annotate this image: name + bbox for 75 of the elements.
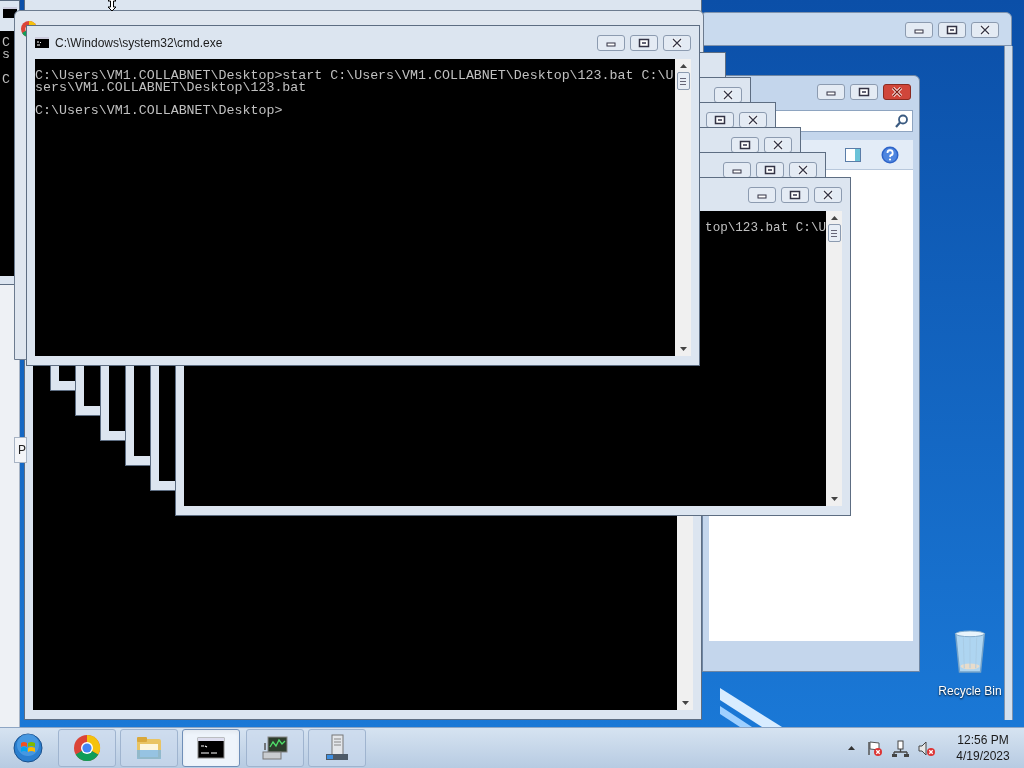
close-icon [822,189,834,200]
server-icon [323,734,351,762]
up-arrow-icon [678,62,688,70]
layout-icon [845,147,861,162]
help-icon [881,145,899,164]
maximize-icon [789,189,801,200]
maximize-icon [764,164,776,175]
minimize-button[interactable] [817,84,845,100]
search-icon [895,114,908,128]
console-line: s [2,49,11,61]
clock-time[interactable]: 12:56 PM [957,732,1009,748]
maximize-button[interactable] [850,84,878,100]
close-icon [747,114,759,125]
maximize-button[interactable] [630,34,658,51]
folder-icon [135,734,163,762]
close-icon [772,139,784,150]
console-icon [197,734,225,762]
flag-warning-icon [866,739,883,757]
console-line: sers\VM1.COLLABNET\Desktop\123.bat [35,82,307,94]
desktop-icon-label[interactable]: Recycle Bin [938,682,1002,700]
light-streak-drawing [720,688,782,727]
down-arrow-icon [678,345,688,353]
windows-logo-icon [13,733,43,763]
console-icon [35,37,49,48]
scroll-thumb[interactable] [827,224,841,242]
maximize-button[interactable] [781,186,809,203]
close-button[interactable] [814,186,842,203]
console-line: C [2,74,11,86]
close-icon [722,89,734,100]
close-button[interactable] [739,111,767,128]
chrome-icon [73,734,101,762]
minimize-button[interactable] [748,186,776,203]
console-line: C [2,37,11,49]
close-button[interactable] [764,136,792,153]
network-icon [892,739,909,757]
maximize-icon [714,114,726,125]
console-line: top\123.bat C:\U [705,222,826,234]
taskbar-button[interactable] [246,729,304,767]
close-icon [671,37,683,48]
close-icon [797,164,809,175]
resize-cursor-icon [107,0,117,11]
maximize-button[interactable] [731,136,759,153]
up-arrow-icon [846,744,856,752]
maximize-icon [946,25,958,35]
window-title: C:\Windows\system32\cmd.exe [55,34,223,52]
minimize-button[interactable] [905,22,933,38]
scroll-thumb[interactable] [676,72,690,90]
down-arrow-icon [829,495,839,503]
close-button[interactable] [883,84,911,100]
close-button[interactable] [971,22,999,38]
speaker-muted-icon [918,739,935,757]
close-icon [891,87,903,97]
panel-label: P [18,442,26,459]
maximize-button[interactable] [938,22,966,38]
taskbar-button[interactable] [182,729,240,767]
close-icon [979,25,991,35]
maximize-icon [638,37,650,48]
maximize-icon [858,87,870,97]
minimize-button[interactable] [597,34,625,51]
console-line: C:\Users\VM1.COLLABNET\Desktop> [35,105,284,117]
up-arrow-icon [829,214,839,222]
maximize-button[interactable] [756,161,784,178]
scrollbar[interactable] [826,211,842,506]
maximize-icon [739,139,751,150]
minimize-button[interactable] [723,161,751,178]
down-arrow-icon [680,699,690,707]
clock-date[interactable]: 4/19/2023 [956,748,1010,764]
console-icon [3,7,17,18]
close-button[interactable] [663,34,691,51]
maximize-button[interactable] [706,111,734,128]
close-button[interactable] [789,161,817,178]
network-monitor-icon [261,734,289,762]
close-button[interactable] [714,86,742,103]
scrollbar[interactable] [675,59,691,356]
console-line: C:\Users\VM1.COLLABNET\Desktop>start C:\Users\VM1.COLLABNET\Desktop\123.bat C:\U [35,70,675,82]
